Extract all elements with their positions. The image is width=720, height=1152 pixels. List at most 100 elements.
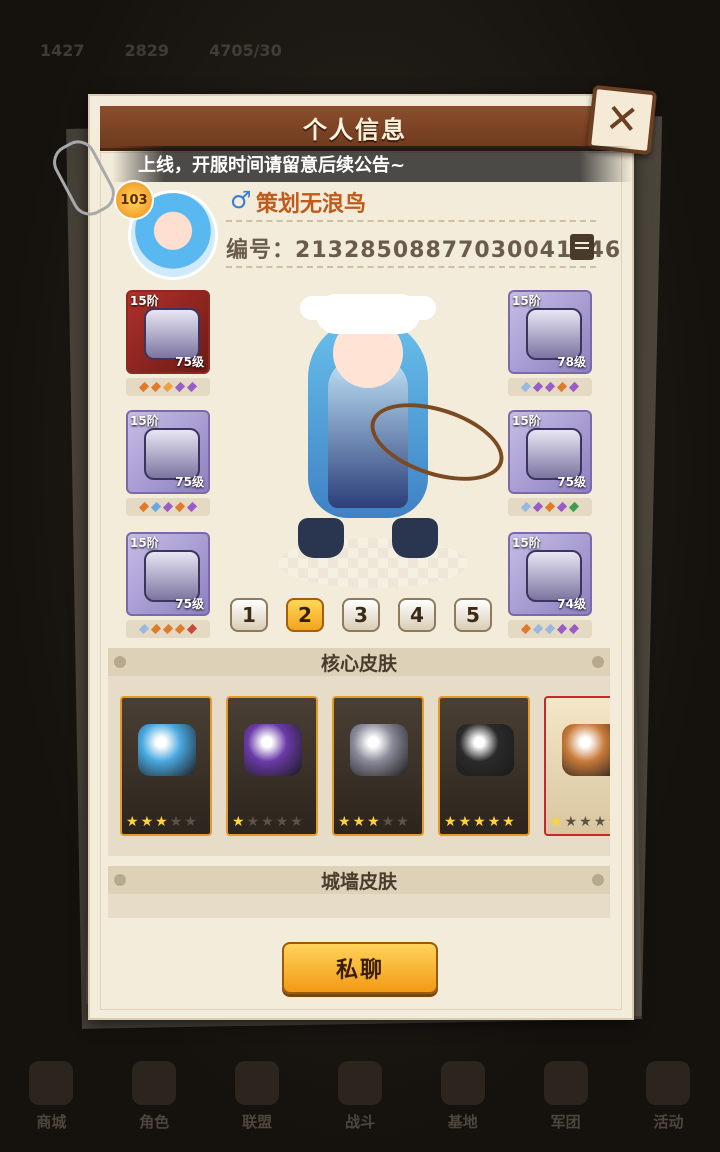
bg-nav-item: 军团	[531, 1061, 601, 1132]
equipment-card: 15阶 75级	[126, 532, 210, 616]
gem-icon	[556, 623, 568, 635]
star-icon: ★	[564, 814, 578, 830]
fox-mech-icon	[350, 724, 408, 776]
preset-tab-4[interactable]: 4	[398, 598, 436, 632]
equipment-slot[interactable]: 15阶 75级	[126, 410, 212, 516]
gem-icon	[532, 501, 544, 513]
bg-nav-item: 联盟	[222, 1061, 292, 1132]
private-chat-button[interactable]: 私聊	[282, 942, 438, 994]
star-icon: ★	[338, 814, 351, 830]
star-icon: ★	[184, 814, 197, 830]
star-rating: ★★★★★	[232, 814, 312, 830]
hero-character	[238, 288, 514, 588]
star-rating: ★★★★★	[444, 814, 524, 830]
gem-icon	[556, 381, 568, 393]
hero-hat	[316, 294, 420, 334]
star-icon: ★	[487, 814, 501, 830]
background-bottom-nav: 商城 角色 联盟 战斗 基地 军团 活动	[0, 1042, 720, 1152]
gem-icon	[556, 501, 568, 513]
bg-nav-item: 战斗	[325, 1061, 395, 1132]
star-icon: ★	[579, 814, 592, 830]
hero-boots	[298, 518, 438, 558]
star-icon: ★	[381, 814, 395, 830]
equipment-preset-tabs: 1 2 3 4 5	[230, 598, 492, 632]
player-name: 策划无浪鸟	[256, 192, 367, 217]
equipment-slot[interactable]: 15阶 75级	[126, 290, 212, 396]
dialog-title-bar: 个人信息	[100, 106, 610, 151]
gem-icon	[138, 501, 150, 513]
equipment-slot[interactable]: 15阶 75级	[508, 410, 594, 516]
equipment-rank: 15阶	[130, 414, 159, 428]
equipment-rank: 15阶	[512, 536, 541, 550]
skin-card[interactable]: ★★★★★	[332, 696, 424, 836]
star-icon: ★	[232, 814, 245, 830]
bg-nav-item: 基地	[428, 1061, 498, 1132]
equipment-card: 15阶 75级	[126, 410, 210, 494]
equipment-rank: 15阶	[130, 294, 159, 308]
skin-card[interactable]: ★★★★★	[544, 696, 610, 836]
equipment-slot[interactable]: 15阶 78级	[508, 290, 594, 396]
male-gender-icon: ♂	[230, 186, 252, 214]
equipment-slot[interactable]: 15阶 74级	[508, 532, 594, 638]
gem-row	[126, 620, 210, 638]
gem-icon	[532, 381, 544, 393]
skin-card[interactable]: ★★★★★	[120, 696, 212, 836]
copy-id-icon[interactable]	[570, 234, 594, 260]
gem-icon	[174, 623, 186, 635]
bg-resource-2: 2829	[124, 40, 170, 60]
gem-icon	[174, 381, 186, 393]
equipment-slot[interactable]: 15阶 75级	[126, 532, 212, 638]
player-id-label: 编号：	[226, 238, 296, 263]
gem-row	[126, 378, 210, 396]
gem-icon	[150, 381, 162, 393]
shark-mech-icon	[138, 724, 196, 776]
skin-card[interactable]: ★★★★★	[438, 696, 530, 836]
gem-icon	[162, 501, 174, 513]
gem-icon	[520, 501, 532, 513]
equipment-level: 75级	[175, 355, 204, 369]
dark-mech-icon	[244, 724, 302, 776]
player-avatar[interactable]: 103	[114, 180, 224, 280]
gem-icon	[174, 501, 186, 513]
gem-icon	[186, 623, 198, 635]
equipment-level: 75级	[175, 597, 204, 611]
dialog-title: 个人信息	[303, 115, 407, 144]
core-skin-list: ★★★★★ ★★★★★ ★★★★★ ★★★★★ ★★★★★	[108, 676, 610, 856]
gem-icon	[544, 381, 556, 393]
divider	[226, 266, 596, 268]
gem-icon	[186, 381, 198, 393]
gem-icon	[532, 623, 544, 635]
gem-icon	[186, 501, 198, 513]
wall-skin-list	[108, 894, 610, 918]
core-skin-title: 核心皮肤	[320, 652, 397, 675]
star-rating: ★★★★★	[126, 814, 206, 830]
star-icon: ★	[444, 814, 457, 830]
close-icon: ✕	[602, 95, 642, 145]
player-level-badge: 103	[114, 180, 154, 220]
gem-row	[508, 378, 592, 396]
star-icon: ★	[473, 814, 486, 830]
equipment-card: 15阶 74级	[508, 532, 592, 616]
skin-card[interactable]: ★★★★★	[226, 696, 318, 836]
star-icon: ★	[155, 814, 168, 830]
gem-icon	[568, 501, 580, 513]
equipment-card: 15阶 78级	[508, 290, 592, 374]
bg-nav-item: 角色	[119, 1061, 189, 1132]
star-icon: ★	[458, 814, 472, 830]
preset-tab-5[interactable]: 5	[454, 598, 492, 632]
preset-tab-1[interactable]: 1	[230, 598, 268, 632]
player-id-row: 编号：21328508877030041446	[226, 232, 621, 264]
close-button[interactable]: ✕	[586, 84, 658, 156]
gem-row	[126, 498, 210, 516]
gem-row	[508, 620, 592, 638]
equipment-rank: 15阶	[512, 294, 541, 308]
preset-tab-2[interactable]: 2	[286, 598, 324, 632]
preset-tab-3[interactable]: 3	[342, 598, 380, 632]
star-icon: ★	[367, 814, 380, 830]
gem-row	[508, 498, 592, 516]
gem-icon	[162, 623, 174, 635]
notice-marquee: 上线，开服时间请留意后续公告~	[112, 146, 632, 182]
core-skin-header: 核心皮肤	[108, 648, 610, 676]
star-icon: ★	[608, 814, 610, 830]
equipment-level: 75级	[557, 475, 586, 489]
